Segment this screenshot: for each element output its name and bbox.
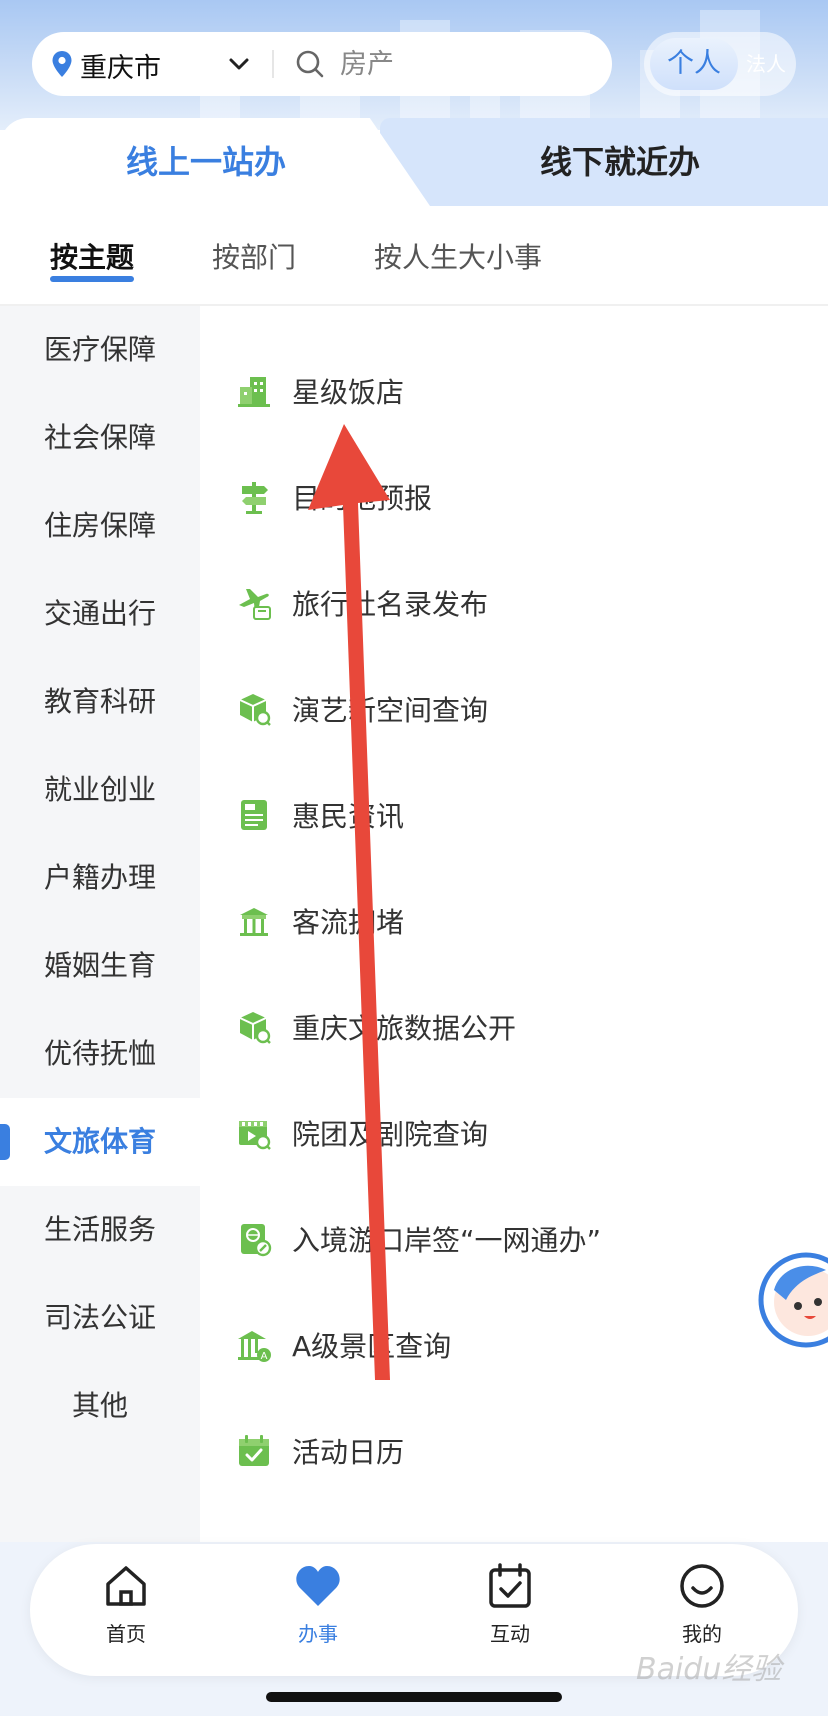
subtab-active-underline <box>50 276 134 282</box>
nav-interaction-label: 互动 <box>490 1622 530 1646</box>
sidebar-item-label: 文旅体育 <box>43 1125 156 1158</box>
sidebar-item-social-security[interactable]: 社会保障 <box>0 394 200 482</box>
sidebar-item-other[interactable]: 其他 <box>0 1362 200 1450</box>
sidebar-item-medical[interactable]: 医疗保障 <box>0 306 200 394</box>
sidebar-item-education[interactable]: 教育科研 <box>0 658 200 746</box>
search-bar[interactable]: 重庆市 <box>32 32 612 96</box>
list-item-label: 重庆文旅数据公开 <box>292 1012 517 1045</box>
search-divider <box>272 50 274 78</box>
subtab-by-life-events[interactable]: 按人生大小事 <box>374 236 542 276</box>
list-item[interactable]: A A级景区查询 <box>200 1291 828 1397</box>
location-pin-icon <box>52 51 72 77</box>
sidebar-item-transport[interactable]: 交通出行 <box>0 570 200 658</box>
list-item[interactable]: 重庆文旅数据公开 <box>200 973 828 1079</box>
assistant-mascot-icon[interactable] <box>756 1240 828 1360</box>
list-item-label: 目的地预报 <box>292 482 433 515</box>
sidebar-item-notary[interactable]: 司法公证 <box>0 1274 200 1362</box>
list-item[interactable]: 星级饭店 <box>200 337 828 443</box>
list-item-label: 旅行社名录发布 <box>292 588 489 621</box>
list-item[interactable]: 旅行社名录发布 <box>200 549 828 655</box>
subtab-by-theme[interactable]: 按主题 <box>50 236 134 276</box>
list-item-label: 院团及剧院查询 <box>292 1118 489 1151</box>
list-item[interactable]: 客流拥堵 <box>200 867 828 973</box>
sidebar-item-culture-tourism[interactable]: 文旅体育 <box>0 1098 200 1186</box>
list-item[interactable]: 入境游口岸签“一网通办” <box>200 1185 828 1291</box>
scenic-spot-icon: A <box>238 1331 271 1362</box>
nav-home[interactable]: 首页 <box>66 1562 186 1662</box>
calendar-check-icon <box>489 1563 531 1608</box>
list-item-label: 活动日历 <box>292 1436 405 1469</box>
list-item-label: 入境游口岸签“一网通办” <box>292 1224 602 1257</box>
sidebar-active-indicator <box>0 1124 10 1160</box>
sidebar-item-marriage[interactable]: 婚姻生育 <box>0 922 200 1010</box>
list-item-label: A级景区查询 <box>292 1330 452 1363</box>
calendar-icon <box>239 1435 269 1466</box>
travel-agency-icon <box>239 589 271 620</box>
heart-icon <box>296 1566 340 1606</box>
box-search-icon <box>239 694 271 726</box>
list-item[interactable]: 演艺新空间查询 <box>200 655 828 761</box>
search-icon <box>296 50 324 78</box>
user-type-toggle[interactable]: 个人 法人 <box>644 32 796 96</box>
list-item-label: 演艺新空间查询 <box>292 694 489 727</box>
list-item-label: 星级饭店 <box>292 376 405 409</box>
tab-online[interactable]: 线上一站办 <box>0 118 412 206</box>
sidebar-item-preferential[interactable]: 优待抚恤 <box>0 1010 200 1098</box>
list-item[interactable]: 院团及剧院查询 <box>200 1079 828 1185</box>
svg-text:A: A <box>261 1351 268 1362</box>
search-input[interactable] <box>340 46 590 82</box>
service-list: 星级饭店 目的地预报 旅行社名录发布 演艺新空间查询 惠民资讯 客流拥堵 重庆文… <box>200 306 828 1542</box>
nav-services-label: 办事 <box>298 1622 338 1646</box>
sidebar-item-employment[interactable]: 就业创业 <box>0 746 200 834</box>
tab-offline[interactable]: 线下就近办 <box>430 118 810 206</box>
subtab-by-department[interactable]: 按部门 <box>212 236 296 276</box>
main-tabs: 线上一站办 线下就近办 <box>0 118 828 206</box>
nav-interaction[interactable]: 互动 <box>450 1562 570 1662</box>
crowd-icon <box>240 908 268 936</box>
nav-profile-label: 我的 <box>682 1622 722 1646</box>
sidebar-item-household[interactable]: 户籍办理 <box>0 834 200 922</box>
list-item-label: 客流拥堵 <box>292 906 405 939</box>
toggle-legal-person[interactable]: 法人 <box>740 38 792 90</box>
list-item[interactable]: 惠民资讯 <box>200 761 828 867</box>
city-selector[interactable]: 重庆市 <box>80 46 161 85</box>
signpost-icon <box>242 482 268 514</box>
toggle-personal[interactable]: 个人 <box>650 38 738 90</box>
list-item[interactable]: 活动日历 <box>200 1397 828 1503</box>
box-search-icon <box>239 1012 271 1044</box>
sidebar-item-life-services[interactable]: 生活服务 <box>0 1186 200 1274</box>
home-indicator <box>266 1692 562 1702</box>
entry-visa-icon <box>241 1224 272 1257</box>
smile-icon <box>680 1564 724 1608</box>
nav-services[interactable]: 办事 <box>258 1562 378 1662</box>
home-icon <box>106 1566 146 1606</box>
nav-home-label: 首页 <box>106 1622 146 1646</box>
category-sidebar: 医疗保障 社会保障 住房保障 交通出行 教育科研 就业创业 户籍办理 婚姻生育 … <box>0 306 200 1542</box>
chevron-down-icon[interactable] <box>226 54 252 74</box>
sidebar-item-housing[interactable]: 住房保障 <box>0 482 200 570</box>
list-item-label: 惠民资讯 <box>292 800 405 833</box>
news-icon <box>241 800 267 830</box>
sub-tabs: 按主题 按部门 按人生大小事 <box>0 206 828 306</box>
watermark-text: Baidu经验 <box>636 1652 782 1687</box>
hotel-icon <box>238 377 270 407</box>
theater-search-icon <box>239 1121 271 1150</box>
list-item[interactable]: 目的地预报 <box>200 443 828 549</box>
